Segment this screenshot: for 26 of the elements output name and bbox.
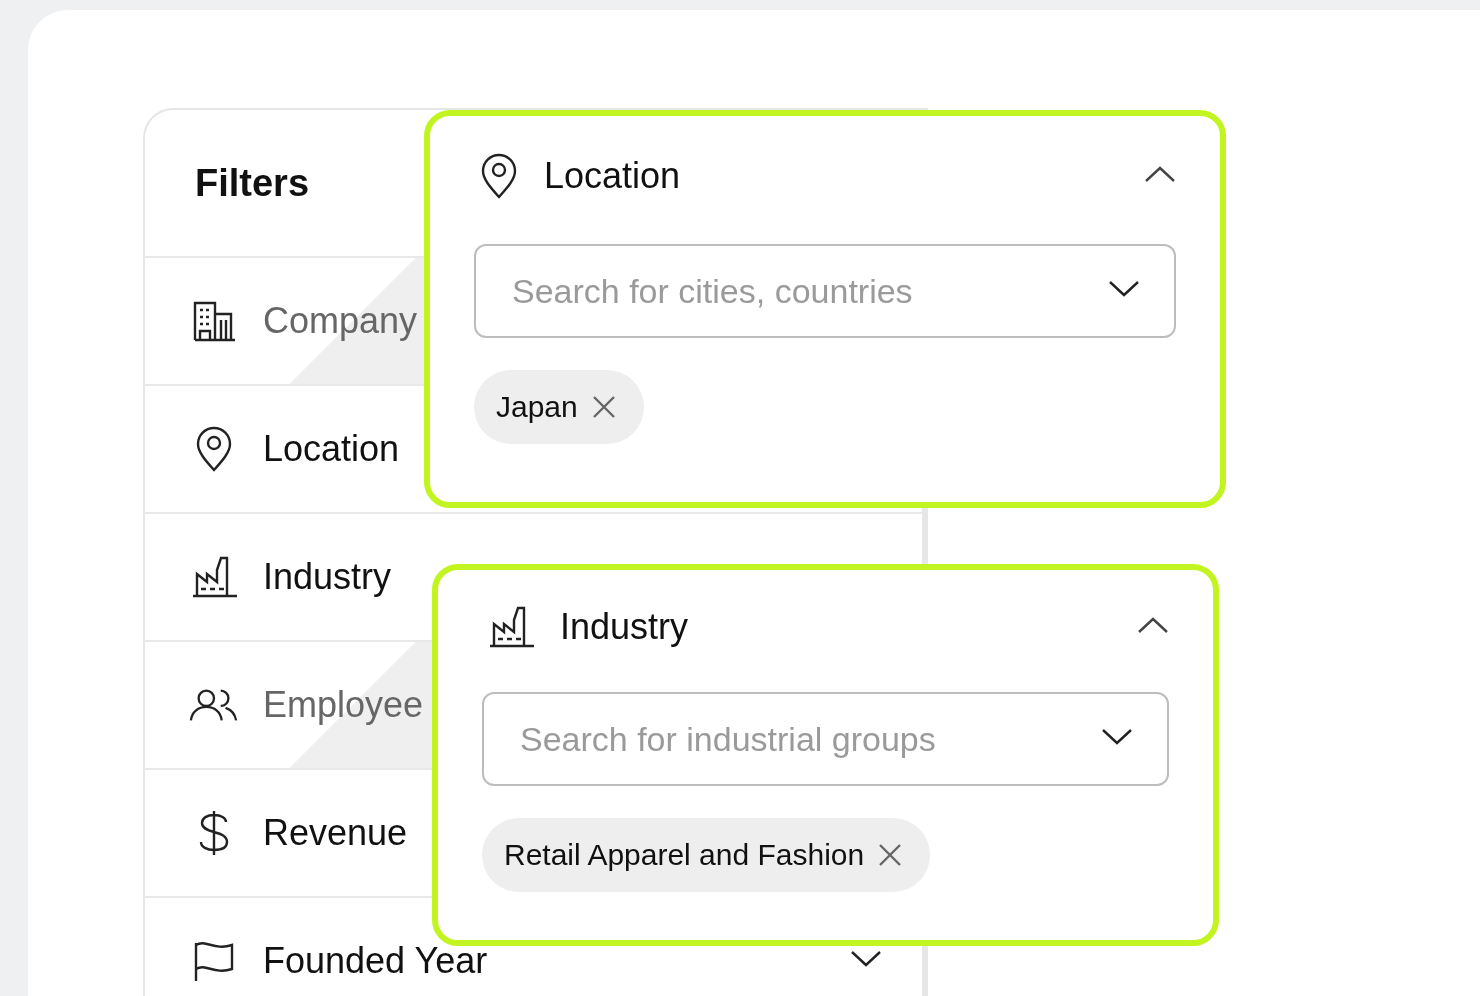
flag-icon [192, 939, 236, 983]
chip-label: Japan [496, 390, 578, 424]
dropdown-chevron-icon[interactable] [1101, 728, 1133, 746]
remove-icon[interactable] [591, 395, 616, 419]
filter-chip[interactable]: Retail Apparel and Fashion [482, 818, 931, 892]
pin-icon [195, 425, 233, 473]
factory-icon [191, 556, 237, 598]
search-input[interactable]: Search for industrial groups [518, 718, 1101, 760]
chip-label: Retail Apparel and Fashion [504, 838, 865, 872]
search-field[interactable]: Search for cities, countries [474, 244, 1176, 338]
dropdown-chevron-icon[interactable] [1108, 280, 1140, 298]
chevron-icon[interactable] [850, 950, 882, 968]
collapse-chevron-icon[interactable] [1144, 165, 1176, 183]
collapse-chevron-icon[interactable] [1137, 616, 1169, 634]
filters-title: Filters [195, 161, 310, 205]
search-input[interactable]: Search for cities, countries [510, 270, 1108, 312]
people-icon [189, 687, 239, 723]
building-icon [192, 300, 236, 342]
remove-icon[interactable] [878, 843, 903, 867]
popover-title: Location [544, 155, 682, 197]
filter-chip[interactable]: Japan [474, 370, 644, 444]
search-field[interactable]: Search for industrial groups [482, 692, 1169, 786]
pin-icon [480, 152, 518, 200]
dollar-icon [197, 809, 231, 857]
popover-title: Industry [560, 606, 690, 648]
factory-icon [488, 606, 534, 648]
